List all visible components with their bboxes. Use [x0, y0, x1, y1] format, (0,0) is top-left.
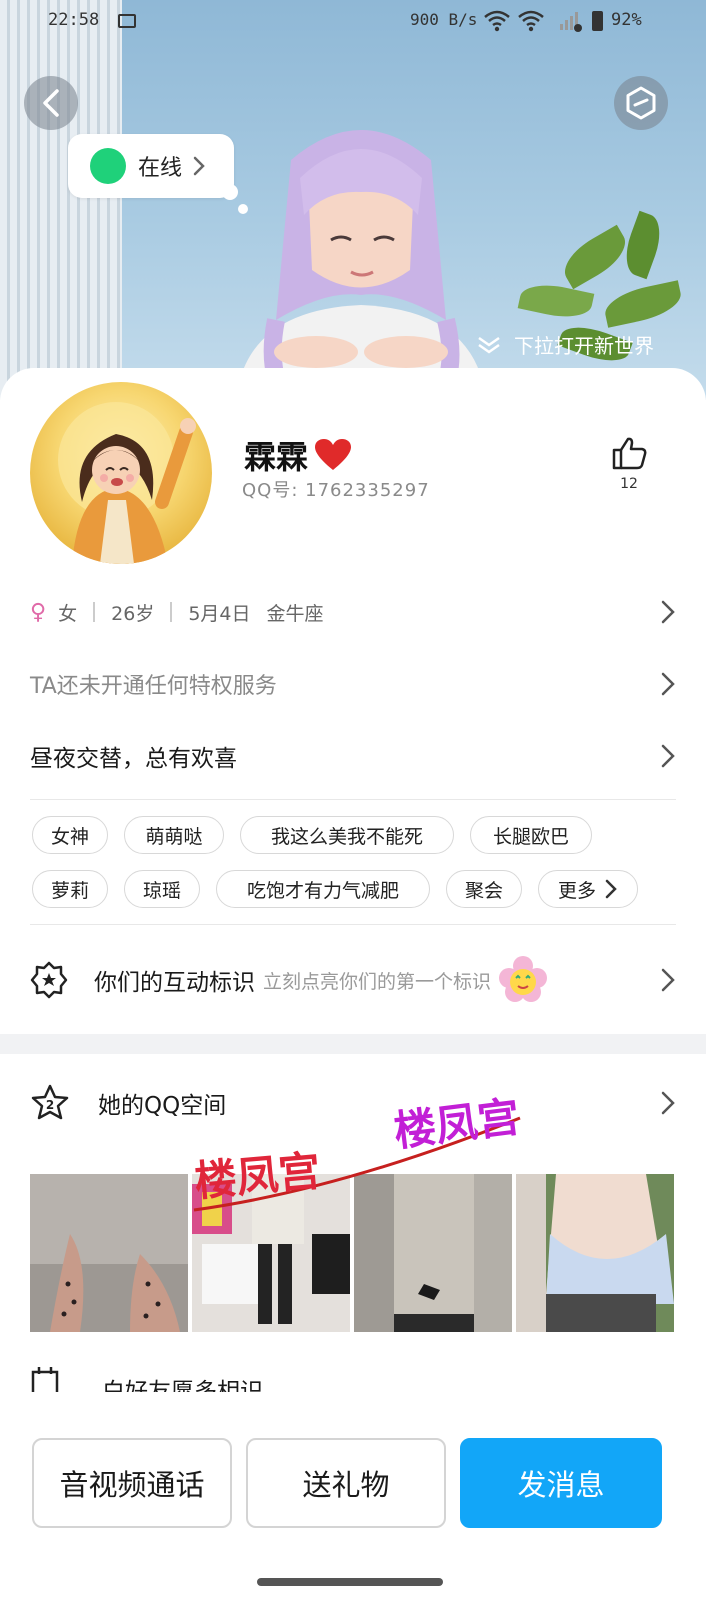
online-status-text: 在线	[138, 156, 183, 181]
partially-visible-row-text: 白好友愿多相识	[102, 1379, 263, 1392]
divider-bar	[170, 602, 173, 622]
more-menu-button[interactable]	[614, 76, 668, 130]
section-divider	[30, 924, 676, 925]
qzone-star-icon: 2	[31, 1084, 69, 1120]
vip-status-text: TA还未开通任何特权服务	[30, 674, 277, 699]
chevron-left-icon	[43, 89, 59, 117]
more-tags-button[interactable]: 更多	[538, 870, 638, 908]
online-status-pill[interactable]: 在线	[68, 134, 234, 198]
video-call-button[interactable]: 音视频通话	[32, 1438, 232, 1528]
thought-bubble-dot-small	[238, 204, 248, 214]
tag-chip[interactable]: 长腿欧巴	[470, 816, 592, 854]
watermark-text-magenta: 楼凤宫	[391, 1092, 522, 1156]
avatar-illustration	[58, 402, 196, 564]
tag-chip[interactable]: 吃饱才有力气减肥	[216, 870, 430, 908]
thumbs-up-icon	[612, 437, 647, 470]
qzone-photo[interactable]	[30, 1174, 188, 1332]
chevron-right-icon	[661, 672, 675, 696]
badge-star-icon	[30, 961, 68, 999]
status-time: 22:58	[48, 10, 100, 30]
tag-chip[interactable]: 琼瑶	[124, 870, 200, 908]
back-button[interactable]	[24, 76, 78, 130]
tag-chip[interactable]: 萌萌哒	[124, 816, 224, 854]
nickname: 霖霖	[244, 438, 309, 476]
age: 26岁	[111, 602, 155, 625]
birthday: 5月4日	[188, 602, 251, 625]
wifi-icon-2	[518, 10, 544, 32]
basic-info-row[interactable]: ♀ 女 26岁 5月4日 金牛座	[30, 592, 676, 632]
female-icon: ♀	[30, 599, 47, 625]
signature-row[interactable]: 昼夜交替，总有欢喜	[30, 736, 676, 776]
wifi-icon	[484, 10, 510, 32]
banner-curtain	[0, 0, 122, 400]
interaction-subtitle: 立刻点亮你们的第一个标识	[263, 970, 492, 993]
tag-chip[interactable]: 我这么美我不能死	[240, 816, 454, 854]
partially-visible-row[interactable]: 白好友愿多相识	[30, 1364, 676, 1392]
more-tags-label: 更多	[557, 879, 596, 902]
pull-down-hint: 下拉打开新世界	[476, 330, 654, 359]
tag-chip[interactable]: 女神	[32, 816, 108, 854]
calendar-icon	[31, 1367, 59, 1392]
qzone-level-badge: 2	[46, 1098, 54, 1112]
chevron-right-icon	[661, 600, 675, 624]
tag-chip[interactable]: 萝莉	[32, 870, 108, 908]
send-gift-button[interactable]: 送礼物	[246, 1438, 446, 1528]
chevron-right-icon	[661, 968, 675, 992]
battery-level: 92%	[611, 10, 642, 30]
battery-icon	[592, 11, 603, 31]
gallery-notification-icon	[118, 14, 136, 28]
section-separator	[0, 1034, 706, 1054]
send-message-button[interactable]: 发消息	[460, 1438, 662, 1528]
chevron-right-icon	[193, 156, 205, 176]
chevron-right-icon	[661, 1091, 675, 1115]
online-dot	[90, 148, 126, 184]
chevron-right-icon	[661, 744, 675, 768]
vip-privilege-row[interactable]: TA还未开通任何特权服务	[30, 664, 676, 704]
red-heart-icon	[315, 439, 352, 470]
nickname-row: 霖霖	[244, 432, 352, 478]
thought-bubble-dot	[222, 184, 238, 200]
cell-signal-icon	[560, 12, 582, 32]
divider-bar	[93, 602, 96, 622]
qq-number[interactable]: QQ号: 1762335297	[242, 476, 430, 502]
profile-banner[interactable]: 22:58 900 B/s 92% 在线 下拉打开新世界	[0, 0, 706, 400]
tag-chip[interactable]: 聚会	[446, 870, 522, 908]
double-chevron-down-icon	[478, 336, 500, 354]
interaction-title: 你们的互动标识	[94, 970, 255, 996]
network-speed: 900 B/s	[410, 10, 478, 29]
home-indicator[interactable]	[257, 1578, 443, 1586]
avatar[interactable]	[30, 382, 212, 564]
bottom-action-bar: 音视频通话 送礼物 发消息	[0, 1404, 706, 1600]
gender: 女	[58, 602, 78, 625]
zodiac: 金牛座	[266, 602, 324, 625]
like-button[interactable]: 12	[608, 436, 650, 492]
watermark-stamp: 楼凤宫 楼凤宫	[193, 1092, 522, 1212]
watermark-text-red: 楼凤宫	[193, 1146, 323, 1206]
pull-hint-text: 下拉打开新世界	[514, 334, 654, 358]
signature-text: 昼夜交替，总有欢喜	[30, 746, 237, 772]
interaction-marks-row[interactable]: 你们的互动标识 立刻点亮你们的第一个标识	[30, 952, 676, 1008]
chevron-right-icon	[605, 879, 617, 899]
flower-emoji-icon	[499, 956, 548, 1002]
section-divider	[30, 799, 676, 800]
status-bar: 22:58 900 B/s 92%	[0, 0, 706, 44]
like-count: 12	[620, 476, 638, 492]
hexagon-settings-icon	[626, 86, 656, 120]
